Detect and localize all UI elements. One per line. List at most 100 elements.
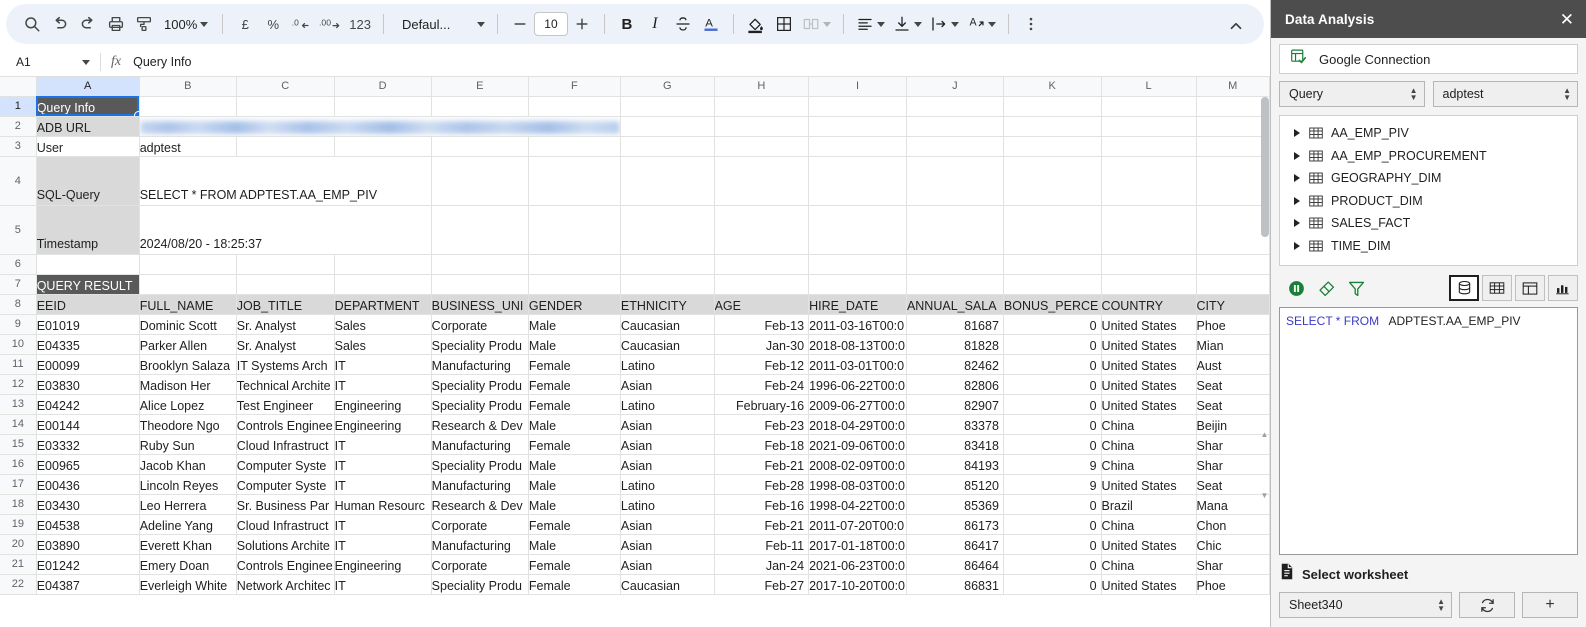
grid-cell[interactable] xyxy=(1002,95,1102,117)
table-cell[interactable]: Feb-18 xyxy=(713,433,810,455)
row-header-22[interactable]: 22 xyxy=(0,573,37,595)
row-header-15[interactable]: 15 xyxy=(0,433,37,455)
strikethrough-button[interactable] xyxy=(669,10,697,38)
table-cell[interactable]: Technical Archite xyxy=(235,373,335,395)
grid-cell[interactable] xyxy=(619,115,715,137)
grid-cell[interactable] xyxy=(527,204,621,255)
filter-icon[interactable] xyxy=(1341,275,1371,301)
grid-cell[interactable] xyxy=(808,95,907,117)
scroll-up-arrow[interactable]: ▲ xyxy=(1261,430,1269,439)
row-header-16[interactable]: 16 xyxy=(0,453,37,475)
table-cell[interactable]: Cloud Infrastruct xyxy=(235,513,335,535)
table-cell[interactable]: Speciality Produ xyxy=(430,573,529,595)
vertical-scrollbar[interactable] xyxy=(1260,97,1270,617)
table-cell[interactable]: IT xyxy=(333,473,432,495)
table-cell[interactable]: IT xyxy=(333,573,432,595)
grid-cell-b1[interactable] xyxy=(138,95,237,117)
table-cell[interactable]: Female xyxy=(527,373,621,395)
grid-cell[interactable] xyxy=(905,204,1004,255)
table-cell[interactable]: Computer Syste xyxy=(235,453,335,475)
table-cell[interactable]: E01019 xyxy=(35,313,140,335)
tree-item-geography_dim[interactable]: GEOGRAPHY_DIM xyxy=(1280,167,1577,190)
more-formats-button[interactable]: 123 xyxy=(345,10,375,38)
table-cell[interactable]: 84193 xyxy=(905,453,1004,475)
table-cell[interactable]: E03890 xyxy=(35,533,140,555)
table-header-cell[interactable]: GENDER xyxy=(527,293,621,315)
table-cell[interactable]: Female xyxy=(527,553,621,575)
grid-cell[interactable] xyxy=(713,253,810,275)
table-cell[interactable]: 81687 xyxy=(905,313,1004,335)
table-cell[interactable]: Sr. Analyst xyxy=(235,333,335,355)
column-header-h[interactable]: H xyxy=(713,77,810,97)
table-cell[interactable]: E04538 xyxy=(35,513,140,535)
table-cell[interactable]: Asian xyxy=(619,553,715,575)
table-cell[interactable]: Feb-21 xyxy=(713,513,810,535)
percent-format-button[interactable]: % xyxy=(259,10,287,38)
table-cell[interactable]: Seat xyxy=(1195,373,1270,395)
table-cell[interactable]: Engineering xyxy=(333,393,432,415)
close-icon[interactable]: ✕ xyxy=(1560,11,1574,28)
grid-cell[interactable] xyxy=(430,273,529,295)
row-header-19[interactable]: 19 xyxy=(0,513,37,535)
refresh-worksheet-button[interactable] xyxy=(1459,592,1515,618)
connection-row[interactable]: Google Connection xyxy=(1279,44,1578,74)
table-cell[interactable]: Male xyxy=(527,473,621,495)
table-header-cell[interactable]: ANNUAL_SALA xyxy=(905,293,1004,315)
table-header-cell[interactable]: EEID xyxy=(35,293,140,315)
table-cell[interactable]: 2011-03-01T00:0 xyxy=(808,353,907,375)
table-cell[interactable]: Feb-24 xyxy=(713,373,810,395)
table-cell[interactable]: Manufacturing xyxy=(430,433,529,455)
table-header-cell[interactable]: FULL_NAME xyxy=(138,293,237,315)
row-header-7[interactable]: 7 xyxy=(0,273,37,295)
table-cell[interactable]: 82907 xyxy=(905,393,1004,415)
currency-format-button[interactable]: £ xyxy=(231,10,259,38)
table-cell[interactable]: 1996-06-22T00:0 xyxy=(808,373,907,395)
table-cell[interactable]: 82806 xyxy=(905,373,1004,395)
bold-button[interactable]: B xyxy=(613,10,641,38)
grid-cell[interactable] xyxy=(333,273,432,295)
table-cell[interactable]: 2021-09-06T00:0 xyxy=(808,433,907,455)
row-header-9[interactable]: 9 xyxy=(0,313,37,335)
row-header-20[interactable]: 20 xyxy=(0,533,37,555)
column-header-m[interactable]: M xyxy=(1195,77,1270,97)
grid-cell[interactable] xyxy=(235,95,335,117)
decrease-font-size-button[interactable] xyxy=(506,10,534,38)
table-cell[interactable]: Controls Enginee xyxy=(235,553,335,575)
table-cell[interactable]: Manufacturing xyxy=(430,533,529,555)
table-cell[interactable]: E00144 xyxy=(35,413,140,435)
grid-cell[interactable] xyxy=(1100,155,1197,206)
row-header-11[interactable]: 11 xyxy=(0,353,37,375)
grid-corner[interactable] xyxy=(0,77,37,97)
row-header-5[interactable]: 5 xyxy=(0,204,37,255)
grid-cell[interactable] xyxy=(333,135,432,157)
grid-cell[interactable] xyxy=(527,253,621,275)
expand-triangle-icon[interactable] xyxy=(1294,151,1300,160)
grid-cell[interactable] xyxy=(1195,273,1270,295)
column-header-k[interactable]: K xyxy=(1002,77,1102,97)
column-header-i[interactable]: I xyxy=(808,77,907,97)
grid-cell[interactable] xyxy=(808,135,907,157)
table-cell[interactable]: Corporate xyxy=(430,553,529,575)
column-header-l[interactable]: L xyxy=(1100,77,1197,97)
table-cell[interactable]: 0 xyxy=(1002,433,1102,455)
decrease-decimal-button[interactable]: .0 xyxy=(287,10,315,38)
table-cell[interactable]: 2017-10-20T00:0 xyxy=(808,573,907,595)
expand-triangle-icon[interactable] xyxy=(1294,129,1300,138)
column-header-g[interactable]: G xyxy=(619,77,715,97)
grid-cell-a3[interactable]: User xyxy=(35,135,140,157)
expand-triangle-icon[interactable] xyxy=(1294,196,1300,205)
grid-cell[interactable] xyxy=(1100,253,1197,275)
grid-cell[interactable] xyxy=(619,253,715,275)
grid-cell[interactable] xyxy=(527,155,621,206)
grid-cell[interactable] xyxy=(235,135,335,157)
table-cell[interactable]: Caucasian xyxy=(619,313,715,335)
table-cell[interactable]: 0 xyxy=(1002,313,1102,335)
table-header-cell[interactable]: DEPARTMENT xyxy=(333,293,432,315)
table-cell[interactable]: Male xyxy=(527,493,621,515)
table-cell[interactable]: E00965 xyxy=(35,453,140,475)
grid-cell[interactable] xyxy=(1195,155,1270,206)
table-cell[interactable]: Male xyxy=(527,313,621,335)
table-header-cell[interactable]: HIRE_DATE xyxy=(808,293,907,315)
table-cell[interactable]: Research & Dev xyxy=(430,493,529,515)
grid-cell[interactable] xyxy=(905,273,1004,295)
